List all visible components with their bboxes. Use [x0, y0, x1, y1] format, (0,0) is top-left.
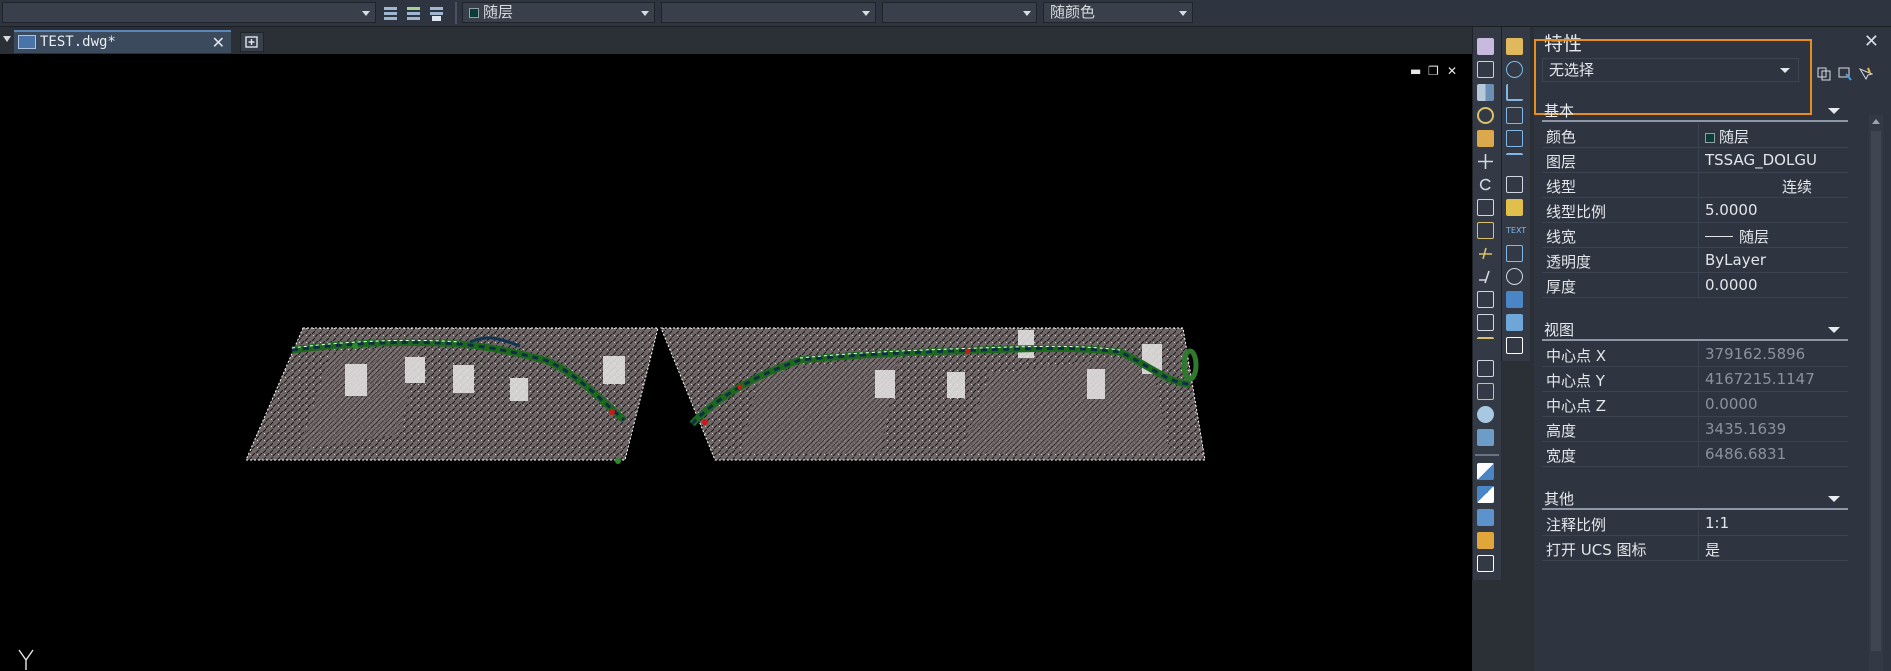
- radius-icon[interactable]: [1506, 61, 1523, 78]
- blend-icon[interactable]: [1477, 383, 1494, 400]
- continue-dimension-icon[interactable]: [1506, 176, 1523, 193]
- new-drawing-icon: [245, 36, 258, 48]
- offset-icon[interactable]: [1477, 107, 1494, 124]
- property-row-height[interactable]: 高度 3435.1639: [1542, 417, 1848, 442]
- block-icon[interactable]: [1506, 291, 1523, 308]
- aligned-dimension-icon[interactable]: [1506, 130, 1523, 147]
- property-row-color[interactable]: 颜色 随层: [1542, 123, 1848, 148]
- close-tab-icon[interactable]: ✕: [212, 33, 225, 53]
- rotate-icon[interactable]: [1477, 176, 1494, 193]
- text-icon[interactable]: TEXT: [1506, 222, 1526, 239]
- property-row-linetype-scale[interactable]: 线型比例 5.0000: [1542, 198, 1848, 223]
- drawing-canvas[interactable]: ▬ ❐ ✕: [0, 54, 1472, 671]
- bring-above-icon[interactable]: [1477, 509, 1494, 526]
- map-drawing: [245, 327, 1206, 464]
- lineweight-sample: [1705, 236, 1733, 237]
- draw-order-icon[interactable]: [1477, 555, 1494, 572]
- new-tab-button[interactable]: [240, 32, 264, 52]
- table-icon[interactable]: [1506, 245, 1523, 262]
- move-icon[interactable]: [1477, 153, 1494, 170]
- color-dropdown-value: 随颜色: [1050, 3, 1096, 21]
- scale-icon[interactable]: [1477, 199, 1494, 216]
- break-icon[interactable]: [1477, 291, 1494, 308]
- edit-polyline-icon[interactable]: [1477, 429, 1494, 446]
- close-panel-icon[interactable]: ✕: [1864, 31, 1879, 52]
- property-row-thickness[interactable]: 厚度 0.0000: [1542, 273, 1848, 298]
- stretch-icon[interactable]: [1477, 222, 1494, 239]
- layout-icon[interactable]: [1506, 337, 1523, 354]
- layer-isolate-icon[interactable]: [427, 3, 446, 22]
- copy-icon[interactable]: [1477, 61, 1494, 78]
- property-row-layer[interactable]: 图层 TSSAG_DOLGU: [1542, 148, 1848, 173]
- extend-icon[interactable]: [1477, 268, 1494, 285]
- property-row-center-z[interactable]: 中心点 Z 0.0000: [1542, 392, 1848, 417]
- collapse-icon: [1828, 496, 1840, 502]
- property-row-transparency[interactable]: 透明度 ByLayer: [1542, 248, 1848, 273]
- property-row-ucs-icon[interactable]: 打开 UCS 图标 是: [1542, 536, 1848, 561]
- property-row-linetype[interactable]: 线型 连续: [1542, 173, 1848, 198]
- color-swatch-icon: [1705, 133, 1715, 143]
- select-objects-icon[interactable]: [1837, 66, 1853, 82]
- dimension-icon[interactable]: [1506, 38, 1523, 55]
- property-row-annotation-scale[interactable]: 注释比例 1:1: [1542, 511, 1848, 536]
- dwg-file-icon: [18, 35, 36, 49]
- collapse-icon: [1828, 108, 1840, 114]
- properties-toolbar: 随层 随颜色: [0, 0, 1891, 27]
- send-under-icon[interactable]: [1477, 532, 1494, 549]
- property-row-width[interactable]: 宽度 6486.6831: [1542, 442, 1848, 467]
- layer-previous-icon[interactable]: [404, 3, 423, 22]
- property-row-center-x[interactable]: 中心点 X 379162.5896: [1542, 342, 1848, 367]
- property-row-lineweight[interactable]: 线宽 随层: [1542, 223, 1848, 248]
- color-dropdown[interactable]: 随颜色: [1043, 2, 1193, 23]
- collapse-icon: [1828, 327, 1840, 333]
- layer-state-dropdown[interactable]: [2, 2, 376, 23]
- scrollbar-thumb[interactable]: [1871, 131, 1881, 651]
- leader-icon[interactable]: [1506, 153, 1523, 170]
- layer-dropdown[interactable]: 随层: [462, 2, 655, 23]
- modify-toolbar: [1472, 27, 1501, 580]
- linear-dimension-icon[interactable]: [1506, 107, 1523, 124]
- scroll-up-icon[interactable]: [1872, 119, 1880, 124]
- attribute-icon[interactable]: [1506, 314, 1523, 331]
- hatch-icon[interactable]: [1506, 199, 1523, 216]
- ucs-axis-icon: [18, 649, 34, 670]
- tab-label: TEST.dwg*: [40, 34, 116, 50]
- linetype-dropdown[interactable]: [661, 2, 876, 23]
- section-other-header[interactable]: 其他: [1542, 488, 1848, 510]
- properties-panel: 特性 ✕ 无选择 基本 颜色 随层 图层 TSSAG_DOLGU 线型 连续 线…: [1534, 27, 1891, 671]
- angular-icon[interactable]: [1506, 84, 1523, 101]
- layer-stack-icon[interactable]: [381, 3, 400, 22]
- layer-color-swatch-icon: [469, 8, 479, 18]
- explode-icon[interactable]: [1477, 406, 1494, 423]
- bring-to-front-icon[interactable]: [1477, 463, 1494, 480]
- chamfer-icon[interactable]: [1477, 337, 1494, 354]
- toggle-pickadd-icon[interactable]: [1816, 66, 1832, 82]
- section-basic-header[interactable]: 基本: [1542, 100, 1848, 122]
- array-icon[interactable]: [1477, 130, 1494, 147]
- document-tab-bar: TEST.dwg* ✕: [0, 27, 1472, 54]
- trim-icon[interactable]: [1477, 245, 1494, 262]
- layer-dropdown-value: 随层: [483, 3, 514, 21]
- property-row-center-y[interactable]: 中心点 Y 4167215.1147: [1542, 367, 1848, 392]
- panel-scrollbar[interactable]: [1869, 115, 1883, 671]
- send-to-back-icon[interactable]: [1477, 486, 1494, 503]
- join-icon[interactable]: [1477, 314, 1494, 331]
- insert-block-icon[interactable]: [1506, 268, 1523, 285]
- lineweight-dropdown[interactable]: [882, 2, 1037, 23]
- eraser-icon[interactable]: [1477, 38, 1494, 55]
- tab-list-chevron-down-icon[interactable]: [3, 36, 11, 42]
- mirror-icon[interactable]: [1477, 84, 1494, 101]
- cad-application: 随层 随颜色 TEST.dwg* ✕ ▬ ❐ ✕ TEXT 特性 ✕ 无选择 基…: [0, 0, 1891, 671]
- fillet-icon[interactable]: [1477, 360, 1494, 377]
- tab-test-dwg[interactable]: TEST.dwg* ✕: [14, 30, 231, 53]
- quick-select-icon[interactable]: [1857, 66, 1873, 82]
- section-view-header[interactable]: 视图: [1542, 319, 1848, 341]
- annotation-toolbar: TEXT: [1501, 27, 1530, 361]
